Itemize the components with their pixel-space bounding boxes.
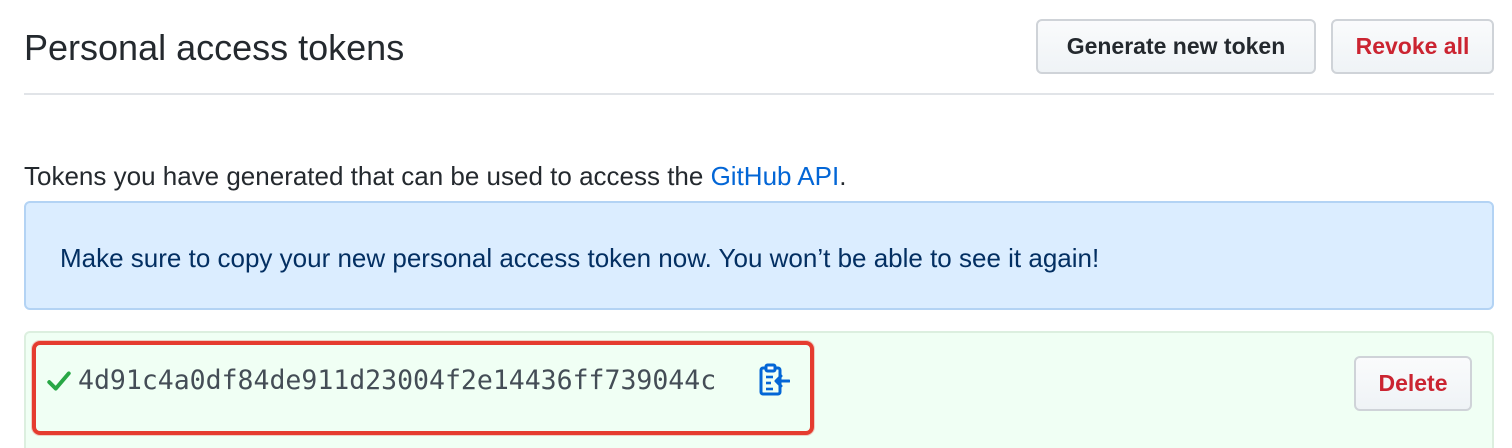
- description-suffix: .: [839, 161, 847, 191]
- flash-message: Make sure to copy your new personal acce…: [60, 243, 1100, 273]
- page: Personal access tokens Generate new toke…: [0, 0, 1512, 448]
- token-value[interactable]: 4d91c4a0df84de911d23004f2e14436ff739044c: [78, 363, 716, 399]
- github-api-link[interactable]: GitHub API: [711, 161, 840, 191]
- clipboard-icon[interactable]: [758, 363, 790, 397]
- check-icon: [47, 371, 71, 391]
- delete-token-button[interactable]: Delete: [1354, 356, 1472, 411]
- token-row: 4d91c4a0df84de911d23004f2e14436ff739044c…: [24, 331, 1494, 448]
- tokens-description: Tokens you have generated that can be us…: [24, 158, 846, 194]
- generate-new-token-button[interactable]: Generate new token: [1036, 19, 1316, 74]
- page-title: Personal access tokens: [24, 27, 405, 68]
- page-header: Personal access tokens Generate new toke…: [24, 0, 1494, 95]
- flash-notice: Make sure to copy your new personal acce…: [24, 201, 1494, 310]
- revoke-all-button[interactable]: Revoke all: [1331, 19, 1494, 74]
- description-prefix: Tokens you have generated that can be us…: [24, 161, 711, 191]
